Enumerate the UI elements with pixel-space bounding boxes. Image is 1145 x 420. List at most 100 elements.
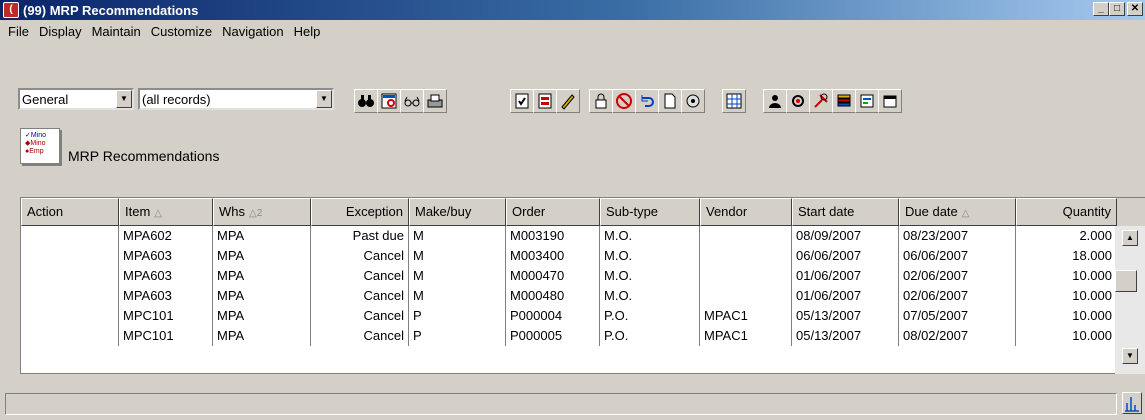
table-row[interactable]: MPC101 MPA Cancel P P000004 P.O. MPAC1 05/13/20…: [21, 306, 1117, 326]
find-icon[interactable]: [354, 89, 378, 113]
menu-help[interactable]: Help: [289, 24, 326, 39]
glasses-icon[interactable]: [400, 89, 424, 113]
cell-make-buy[interactable]: M: [409, 286, 506, 306]
menu-navigation[interactable]: Navigation: [217, 24, 288, 39]
vertical-scrollbar[interactable]: ▲ ▼: [1115, 226, 1145, 374]
cell-quantity[interactable]: 18.000: [1016, 246, 1117, 266]
table-row[interactable]: MPA603 MPA Cancel M M003400 M.O. 06/06/2007 06/…: [21, 246, 1117, 266]
export-icon[interactable]: [855, 89, 879, 113]
column-header-order[interactable]: Order: [506, 198, 600, 226]
calendar-icon[interactable]: [878, 89, 902, 113]
scroll-down-icon[interactable]: ▼: [1122, 348, 1138, 364]
print-icon[interactable]: [423, 89, 447, 113]
table-row[interactable]: MPA603 MPA Cancel M M000470 M.O. 01/06/2007 02/…: [21, 266, 1117, 286]
cell-item[interactable]: MPC101: [119, 326, 213, 346]
cell-action[interactable]: [21, 306, 119, 326]
cell-whs[interactable]: MPA: [213, 226, 311, 246]
cell-action[interactable]: [21, 326, 119, 346]
cell-exception[interactable]: Cancel: [311, 306, 409, 326]
cell-vendor[interactable]: MPAC1: [700, 306, 792, 326]
cell-whs[interactable]: MPA: [213, 286, 311, 306]
menu-customize[interactable]: Customize: [146, 24, 217, 39]
table-row[interactable]: MPA602 MPA Past due M M003190 M.O. 08/09/2007 0…: [21, 226, 1117, 246]
cell-item[interactable]: MPC101: [119, 306, 213, 326]
cell-order[interactable]: M000480: [506, 286, 600, 306]
cell-whs[interactable]: MPA: [213, 306, 311, 326]
chart-icon[interactable]: [1122, 392, 1142, 414]
cell-sub-type[interactable]: M.O.: [600, 246, 700, 266]
settings-icon[interactable]: [786, 89, 810, 113]
cell-action[interactable]: [21, 226, 119, 246]
cell-start-date[interactable]: 01/06/2007: [792, 286, 899, 306]
edit-icon[interactable]: [556, 89, 580, 113]
cell-vendor[interactable]: [700, 286, 792, 306]
cell-make-buy[interactable]: M: [409, 246, 506, 266]
cell-exception[interactable]: Cancel: [311, 286, 409, 306]
cell-vendor[interactable]: MPAC1: [700, 326, 792, 346]
undo-icon[interactable]: [635, 89, 659, 113]
detail-icon[interactable]: [681, 89, 705, 113]
column-header-whs[interactable]: Whs △2: [213, 198, 311, 226]
cell-make-buy[interactable]: M: [409, 226, 506, 246]
cell-make-buy[interactable]: P: [409, 306, 506, 326]
minimize-button[interactable]: _: [1093, 2, 1109, 16]
cell-start-date[interactable]: 05/13/2007: [792, 326, 899, 346]
view-select[interactable]: General ▼: [18, 88, 134, 110]
cell-make-buy[interactable]: P: [409, 326, 506, 346]
cell-vendor[interactable]: [700, 226, 792, 246]
cell-action[interactable]: [21, 246, 119, 266]
new-document-icon[interactable]: [658, 89, 682, 113]
column-header-exception[interactable]: Exception: [311, 198, 409, 226]
stack-icon[interactable]: [832, 89, 856, 113]
cell-due-date[interactable]: 02/06/2007: [899, 286, 1016, 306]
cell-exception[interactable]: Cancel: [311, 266, 409, 286]
cell-whs[interactable]: MPA: [213, 326, 311, 346]
cell-order[interactable]: P000005: [506, 326, 600, 346]
cell-quantity[interactable]: 2.000: [1016, 226, 1117, 246]
scroll-thumb[interactable]: [1115, 270, 1137, 292]
column-header-vendor[interactable]: Vendor: [700, 198, 792, 226]
cell-action[interactable]: [21, 286, 119, 306]
cell-exception[interactable]: Cancel: [311, 326, 409, 346]
cell-order[interactable]: M003190: [506, 226, 600, 246]
cell-whs[interactable]: MPA: [213, 246, 311, 266]
cell-item[interactable]: MPA602: [119, 226, 213, 246]
column-header-due-date[interactable]: Due date △: [899, 198, 1016, 226]
cell-quantity[interactable]: 10.000: [1016, 306, 1117, 326]
cell-sub-type[interactable]: M.O.: [600, 286, 700, 306]
column-header-sub-type[interactable]: Sub-type: [600, 198, 700, 226]
app-icon[interactable]: (: [3, 2, 19, 18]
cell-start-date[interactable]: 01/06/2007: [792, 266, 899, 286]
cell-sub-type[interactable]: P.O.: [600, 306, 700, 326]
column-header-make-buy[interactable]: Make/buy: [409, 198, 506, 226]
cell-start-date[interactable]: 08/09/2007: [792, 226, 899, 246]
chevron-down-icon[interactable]: ▼: [116, 90, 132, 108]
cell-due-date[interactable]: 07/05/2007: [899, 306, 1016, 326]
cell-quantity[interactable]: 10.000: [1016, 326, 1117, 346]
cell-vendor[interactable]: [700, 246, 792, 266]
cell-start-date[interactable]: 06/06/2007: [792, 246, 899, 266]
cell-due-date[interactable]: 02/06/2007: [899, 266, 1016, 286]
cell-exception[interactable]: Past due: [311, 226, 409, 246]
cell-order[interactable]: M000470: [506, 266, 600, 286]
menu-display[interactable]: Display: [34, 24, 87, 39]
tools-icon[interactable]: [809, 89, 833, 113]
cell-quantity[interactable]: 10.000: [1016, 286, 1117, 306]
close-button[interactable]: ✕: [1127, 2, 1143, 16]
cell-start-date[interactable]: 05/13/2007: [792, 306, 899, 326]
cell-due-date[interactable]: 08/02/2007: [899, 326, 1016, 346]
grid-icon[interactable]: [722, 89, 746, 113]
cell-due-date[interactable]: 08/23/2007: [899, 226, 1016, 246]
column-header-item[interactable]: Item △: [119, 198, 213, 226]
user-action-icon[interactable]: [763, 89, 787, 113]
cell-vendor[interactable]: [700, 266, 792, 286]
cell-action[interactable]: [21, 266, 119, 286]
menu-maintain[interactable]: Maintain: [87, 24, 146, 39]
column-header-action[interactable]: Action: [21, 198, 119, 226]
chevron-down-icon[interactable]: ▼: [316, 90, 332, 108]
report-icon[interactable]: [533, 89, 557, 113]
cell-sub-type[interactable]: M.O.: [600, 226, 700, 246]
cell-item[interactable]: MPA603: [119, 286, 213, 306]
cell-make-buy[interactable]: M: [409, 266, 506, 286]
column-header-quantity[interactable]: Quantity: [1016, 198, 1117, 226]
